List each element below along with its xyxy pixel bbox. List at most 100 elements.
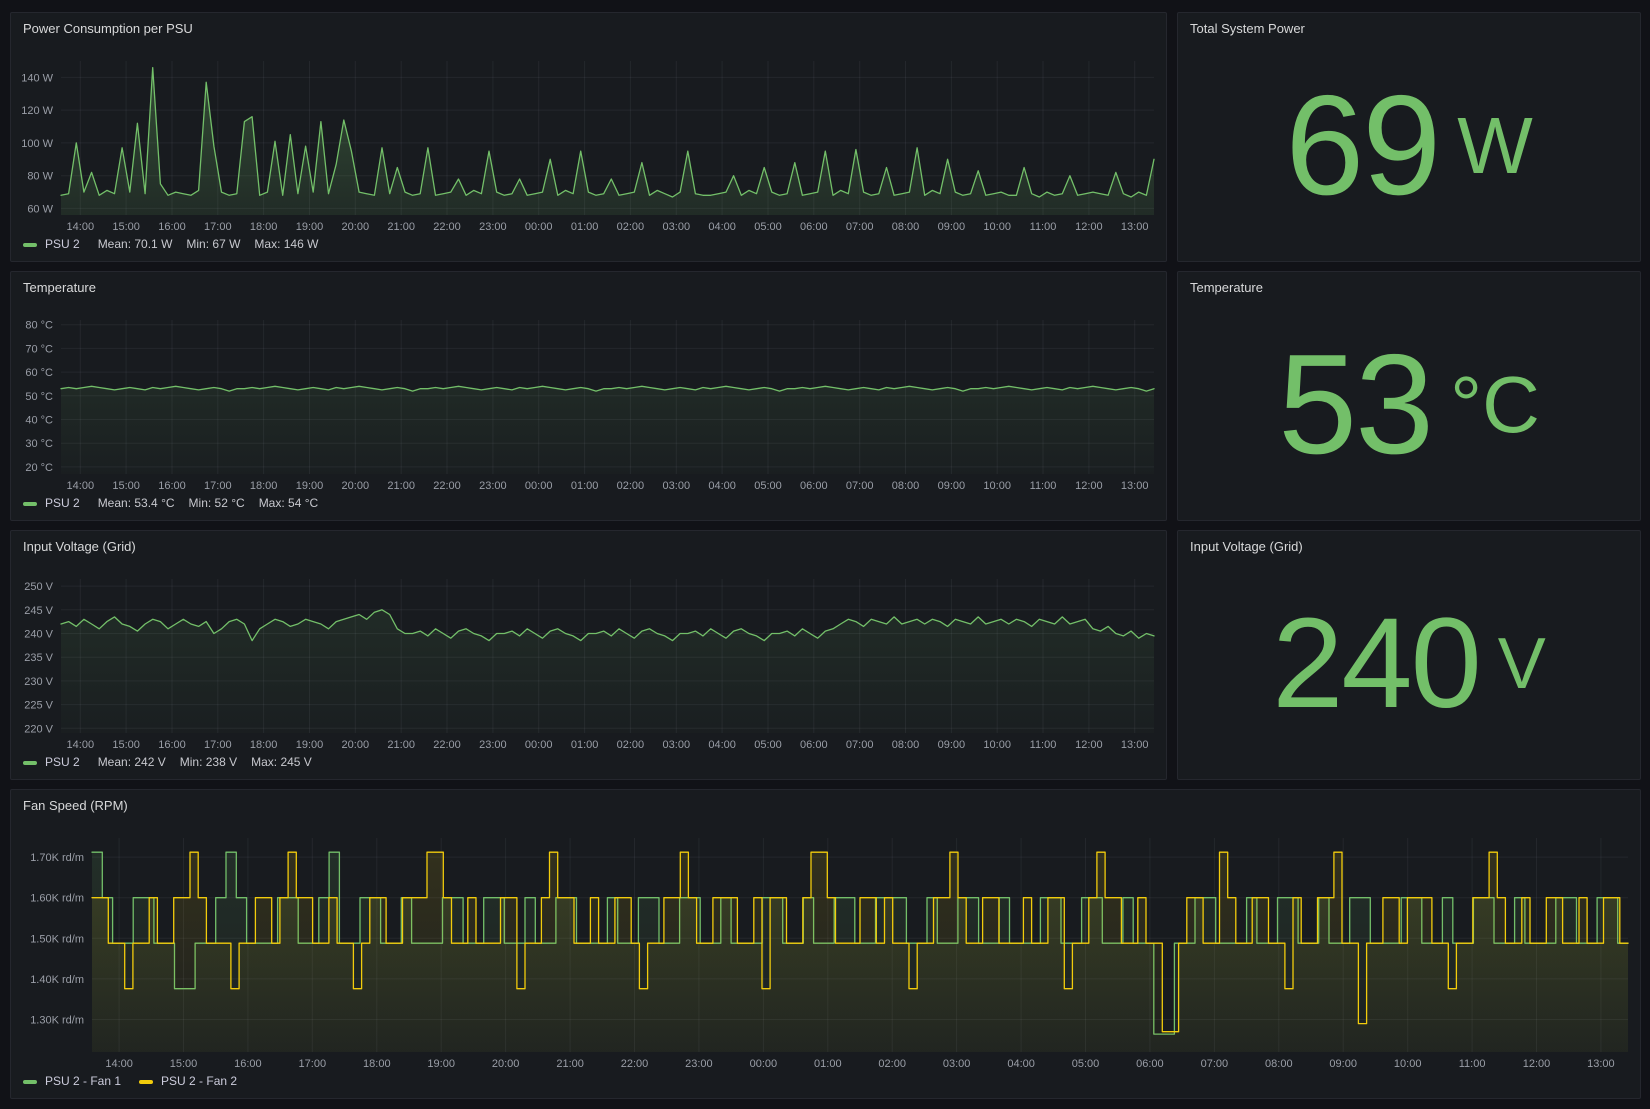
legend-item-psu2[interactable]: PSU 2: [23, 237, 80, 252]
svg-text:15:00: 15:00: [112, 480, 140, 492]
svg-text:22:00: 22:00: [433, 221, 461, 233]
svg-text:07:00: 07:00: [1201, 1058, 1229, 1070]
chart-canvas[interactable]: 60 W80 W100 W120 W140 W14:0015:0016:0017…: [11, 39, 1166, 235]
series-swatch-green: [23, 761, 37, 765]
svg-text:17:00: 17:00: [204, 480, 232, 492]
svg-text:21:00: 21:00: [556, 1058, 584, 1070]
svg-text:03:00: 03:00: [943, 1058, 971, 1070]
svg-text:02:00: 02:00: [617, 221, 645, 233]
legend-item-psu2[interactable]: PSU 2: [23, 496, 80, 511]
svg-text:23:00: 23:00: [479, 221, 507, 233]
legend-mean: Mean: 53.4 °C: [98, 496, 175, 511]
svg-text:13:00: 13:00: [1587, 1058, 1615, 1070]
legend-max: Max: 245 V: [251, 755, 312, 770]
panel-title-total-system-power[interactable]: Total System Power: [1178, 13, 1640, 39]
svg-text:07:00: 07:00: [846, 739, 874, 751]
svg-text:250 V: 250 V: [24, 581, 53, 593]
dashboard-grid: Power Consumption per PSU 60 W80 W100 W1…: [0, 0, 1650, 1109]
svg-text:03:00: 03:00: [663, 221, 691, 233]
svg-text:11:00: 11:00: [1030, 221, 1057, 233]
svg-text:70 °C: 70 °C: [25, 343, 53, 355]
svg-text:23:00: 23:00: [479, 739, 507, 751]
panel-input-voltage: Input Voltage (Grid) 220 V225 V230 V235 …: [10, 530, 1167, 780]
panel-title-input-voltage-stat[interactable]: Input Voltage (Grid): [1178, 531, 1640, 557]
svg-text:18:00: 18:00: [250, 480, 278, 492]
legend-stats: Mean: 70.1 W Min: 67 W Max: 146 W: [98, 237, 319, 252]
stat-panel-input-voltage: Input Voltage (Grid) 240 V: [1177, 530, 1641, 780]
svg-text:17:00: 17:00: [299, 1058, 327, 1070]
chart-canvas[interactable]: 220 V225 V230 V235 V240 V245 V250 V14:00…: [11, 557, 1166, 753]
series-swatch-green: [23, 243, 37, 247]
svg-text:21:00: 21:00: [387, 480, 415, 492]
svg-text:06:00: 06:00: [800, 221, 828, 233]
legend-series-label: PSU 2: [45, 755, 80, 770]
svg-text:07:00: 07:00: [846, 221, 874, 233]
svg-text:23:00: 23:00: [479, 480, 507, 492]
svg-text:04:00: 04:00: [708, 480, 736, 492]
legend-series-label: PSU 2: [45, 496, 80, 511]
svg-text:20:00: 20:00: [342, 221, 370, 233]
legend-series-label: PSU 2: [45, 237, 80, 252]
svg-text:19:00: 19:00: [296, 480, 324, 492]
power-legend: PSU 2 Mean: 70.1 W Min: 67 W Max: 146 W: [11, 235, 1166, 261]
stat-number: 69: [1285, 75, 1439, 217]
svg-text:16:00: 16:00: [158, 739, 186, 751]
svg-text:120 W: 120 W: [21, 105, 53, 117]
power-chart[interactable]: 60 W80 W100 W120 W140 W14:0015:0016:0017…: [11, 39, 1166, 235]
legend-mean: Mean: 242 V: [98, 755, 166, 770]
svg-text:50 °C: 50 °C: [25, 391, 53, 403]
panel-title-fan-speed[interactable]: Fan Speed (RPM): [11, 790, 1640, 816]
voltage-legend: PSU 2 Mean: 242 V Min: 238 V Max: 245 V: [11, 753, 1166, 779]
voltage-chart[interactable]: 220 V225 V230 V235 V240 V245 V250 V14:00…: [11, 557, 1166, 753]
svg-text:12:00: 12:00: [1075, 221, 1103, 233]
fan-speed-chart[interactable]: 1.30K rd/m1.40K rd/m1.50K rd/m1.60K rd/m…: [11, 816, 1640, 1072]
legend-item-fan1[interactable]: PSU 2 - Fan 1: [23, 1074, 121, 1089]
svg-text:20:00: 20:00: [342, 739, 370, 751]
svg-text:09:00: 09:00: [938, 739, 966, 751]
stat-panel-temperature: Temperature 53 °C: [1177, 271, 1641, 521]
svg-text:09:00: 09:00: [938, 480, 966, 492]
svg-text:18:00: 18:00: [250, 221, 278, 233]
svg-text:06:00: 06:00: [800, 480, 828, 492]
svg-text:10:00: 10:00: [1394, 1058, 1422, 1070]
svg-text:05:00: 05:00: [754, 739, 782, 751]
svg-text:05:00: 05:00: [754, 221, 782, 233]
temperature-chart[interactable]: 20 °C30 °C40 °C50 °C60 °C70 °C80 °C14:00…: [11, 298, 1166, 494]
svg-text:15:00: 15:00: [170, 1058, 198, 1070]
svg-text:04:00: 04:00: [708, 739, 736, 751]
svg-text:22:00: 22:00: [433, 739, 461, 751]
fan-legend: PSU 2 - Fan 1 PSU 2 - Fan 2: [11, 1072, 1640, 1098]
panel-temperature: Temperature 20 °C30 °C40 °C50 °C60 °C70 …: [10, 271, 1167, 521]
svg-text:08:00: 08:00: [892, 221, 920, 233]
svg-text:1.40K rd/m: 1.40K rd/m: [30, 974, 84, 986]
svg-text:1.60K rd/m: 1.60K rd/m: [30, 893, 84, 905]
svg-text:230 V: 230 V: [24, 676, 53, 688]
svg-text:14:00: 14:00: [105, 1058, 133, 1070]
chart-canvas[interactable]: 20 °C30 °C40 °C50 °C60 °C70 °C80 °C14:00…: [11, 298, 1166, 494]
series-swatch-green: [23, 502, 37, 506]
panel-title-input-voltage[interactable]: Input Voltage (Grid): [11, 531, 1166, 557]
legend-item-psu2[interactable]: PSU 2: [23, 755, 80, 770]
legend-item-fan2[interactable]: PSU 2 - Fan 2: [139, 1074, 237, 1089]
stat-unit: V: [1498, 628, 1546, 700]
panel-title-power-consumption[interactable]: Power Consumption per PSU: [11, 13, 1166, 39]
legend-stats: Mean: 53.4 °C Min: 52 °C Max: 54 °C: [98, 496, 318, 511]
panel-title-temperature[interactable]: Temperature: [11, 272, 1166, 298]
svg-text:22:00: 22:00: [433, 480, 461, 492]
panel-fan-speed: Fan Speed (RPM) 1.30K rd/m1.40K rd/m1.50…: [10, 789, 1641, 1099]
legend-max: Max: 146 W: [254, 237, 318, 252]
svg-text:30 °C: 30 °C: [25, 438, 53, 450]
svg-text:22:00: 22:00: [621, 1058, 649, 1070]
svg-text:80 W: 80 W: [27, 171, 53, 183]
svg-text:20:00: 20:00: [492, 1058, 520, 1070]
svg-text:08:00: 08:00: [892, 480, 920, 492]
svg-text:60 W: 60 W: [27, 203, 53, 215]
svg-text:02:00: 02:00: [617, 739, 645, 751]
chart-canvas[interactable]: 1.30K rd/m1.40K rd/m1.50K rd/m1.60K rd/m…: [11, 816, 1640, 1072]
svg-text:17:00: 17:00: [204, 221, 232, 233]
svg-text:12:00: 12:00: [1075, 480, 1103, 492]
panel-title-temperature-stat[interactable]: Temperature: [1178, 272, 1640, 298]
svg-text:12:00: 12:00: [1075, 739, 1103, 751]
svg-text:20 °C: 20 °C: [25, 462, 53, 474]
svg-text:11:00: 11:00: [1459, 1058, 1486, 1070]
